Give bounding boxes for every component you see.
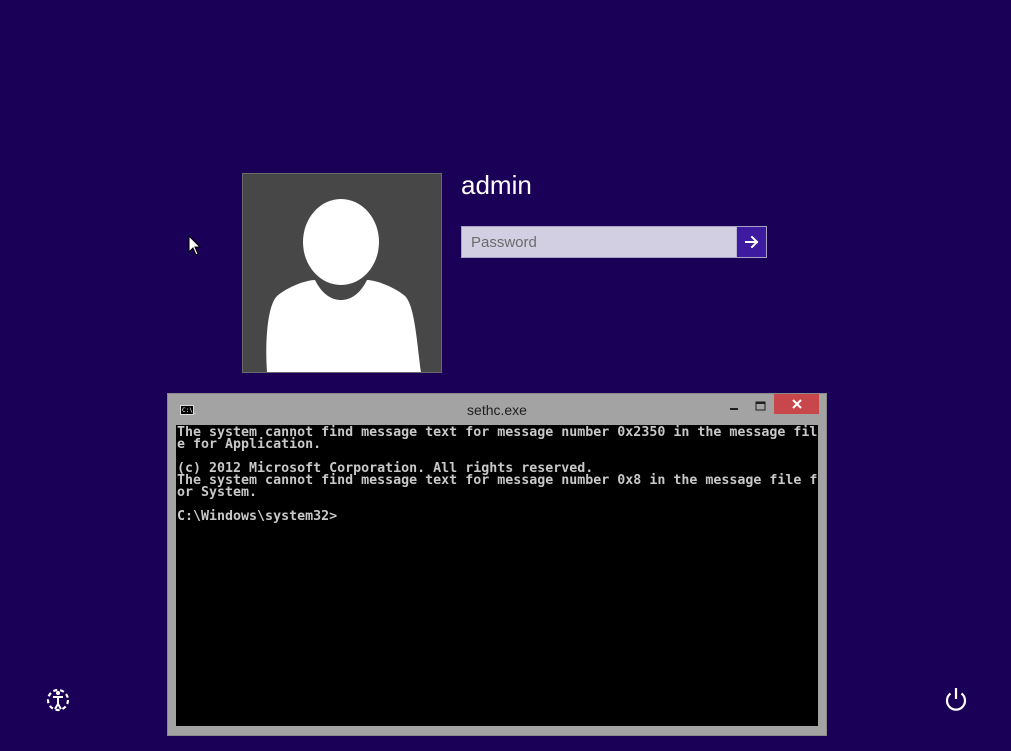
minimize-icon bbox=[730, 408, 738, 410]
power-button[interactable] bbox=[940, 684, 972, 716]
ease-of-access-button[interactable] bbox=[42, 684, 74, 716]
minimize-button[interactable] bbox=[721, 396, 747, 416]
username-label: admin bbox=[461, 170, 532, 200]
submit-login-button[interactable] bbox=[736, 227, 766, 257]
user-avatar bbox=[242, 173, 442, 373]
maximize-icon bbox=[755, 401, 765, 411]
console-lines: The system cannot find message text for … bbox=[176, 425, 818, 523]
ease-of-access-icon bbox=[46, 688, 70, 712]
power-icon bbox=[945, 688, 967, 711]
maximize-button[interactable] bbox=[747, 396, 773, 416]
arrow-right-icon bbox=[744, 236, 758, 248]
close-icon bbox=[791, 399, 802, 409]
password-field bbox=[461, 226, 767, 258]
console-output[interactable]: The system cannot find message text for … bbox=[176, 425, 818, 726]
password-input[interactable] bbox=[462, 227, 736, 257]
console-line: The system cannot find message text for … bbox=[177, 473, 818, 488]
lock-screen: admin C:\_ sethc.exe The system cannot f… bbox=[0, 0, 1011, 751]
close-button[interactable] bbox=[774, 394, 819, 414]
console-window[interactable]: C:\_ sethc.exe The system cannot find me… bbox=[167, 393, 827, 736]
mouse-pointer-icon bbox=[188, 234, 202, 261]
user-silhouette-icon bbox=[266, 199, 421, 372]
console-titlebar[interactable]: C:\_ sethc.exe bbox=[168, 394, 826, 425]
console-line: e for Application. bbox=[177, 437, 322, 452]
console-line: or System. bbox=[177, 485, 258, 500]
console-prompt: C:\Windows\system32> bbox=[177, 509, 338, 524]
